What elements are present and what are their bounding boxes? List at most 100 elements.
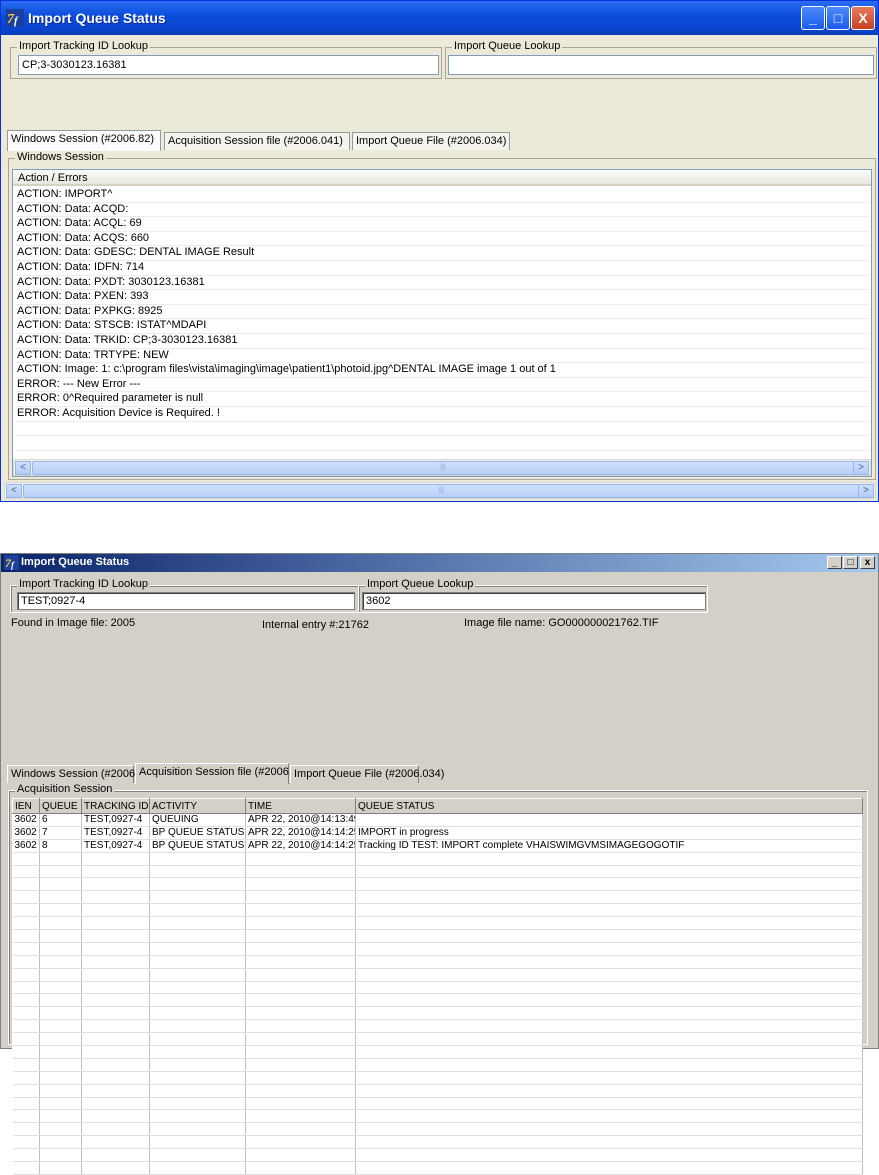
cell-queue [39, 955, 82, 969]
cell-queue-status [355, 916, 863, 931]
cell-queue-status [355, 1109, 863, 1124]
table-row[interactable]: 3602 7 TEST,0927-4 BP QUEUE STATUS APR 22, 2… [12, 826, 863, 840]
cell-queue [39, 865, 82, 879]
acquisition-session-table[interactable]: IEN QUEUE TRACKING ID ACTIVITY TIME QUEU… [12, 798, 863, 1175]
list-item[interactable]: ACTION: Image: 1: c:\program files\vista… [15, 362, 869, 378]
cell-activity [149, 929, 246, 943]
cell-queue-status [355, 1135, 863, 1150]
cell-queue [39, 993, 82, 1008]
table-row-empty [12, 1019, 863, 1034]
cell-queue-status [355, 955, 863, 969]
list-item[interactable]: ACTION: Data: TRKID: CP;3-3030123.16381 [15, 333, 869, 349]
table-row-empty [12, 1097, 863, 1111]
list-item[interactable]: ACTION: Data: ACQL: 69 [15, 216, 869, 232]
cell-time [245, 942, 356, 956]
list-item[interactable]: ACTION: Data: PXDT: 3030123.16381 [15, 275, 869, 291]
cell-ien [12, 1122, 40, 1137]
action-errors-list[interactable]: Action / Errors ACTION: IMPORT^ ACTION: D… [12, 169, 872, 477]
window-scroll-thumb[interactable]: ||| [23, 484, 859, 498]
cell-time [245, 981, 356, 995]
maximize-button-2[interactable]: □ [843, 556, 858, 569]
column-header-queue[interactable]: QUEUE [39, 798, 82, 814]
cell-tracking-id [81, 955, 150, 969]
scroll-thumb[interactable]: ||| [32, 461, 854, 475]
list-item[interactable]: ERROR: 0^Required parameter is null [15, 391, 869, 407]
minimize-button[interactable]: _ [801, 6, 825, 30]
list-item[interactable]: ERROR: Acquisition Device is Required. ! [15, 406, 869, 422]
scroll-right-icon[interactable]: > [853, 461, 869, 475]
list-horizontal-scrollbar[interactable]: < ||| > [13, 459, 871, 476]
cell-activity [149, 1045, 246, 1059]
column-header-ien[interactable]: IEN [12, 798, 40, 814]
list-item[interactable]: ACTION: Data: GDESC: DENTAL IMAGE Result [15, 245, 869, 261]
cell-activity [149, 1019, 246, 1034]
scroll-grip-icon: ||| [440, 464, 446, 471]
list-item[interactable]: ACTION: Data: ACQS: 660 [15, 231, 869, 247]
tracking-id-input[interactable]: CP;3-3030123.16381 [18, 55, 439, 75]
window-scroll-left-icon[interactable]: < [6, 484, 22, 498]
cell-queue [39, 981, 82, 995]
table-row[interactable]: 3602 6 TEST,0927-4 QUEUING APR 22, 2010@14:1… [12, 813, 863, 827]
title-bar[interactable]: 7 f Import Queue Status _ □ X [1, 1, 878, 35]
tracking-id-input-2[interactable]: TEST;0927-4 [17, 592, 355, 610]
cell-queue [39, 1097, 82, 1111]
cell-time [245, 1032, 356, 1047]
column-header-tracking-id[interactable]: TRACKING ID [81, 798, 150, 814]
tab-import-queue-file-2[interactable]: Import Queue File (#2006.034) [290, 765, 444, 783]
window-title: Import Queue Status [28, 10, 166, 26]
column-header-activity[interactable]: ACTIVITY [149, 798, 246, 814]
close-button-2[interactable]: x [860, 556, 875, 569]
list-item[interactable]: ACTION: Data: STSCB: ISTAT^MDAPI [15, 318, 869, 334]
list-item[interactable]: ACTION: Data: PXEN: 393 [15, 289, 869, 305]
minimize-button-2[interactable]: _ [827, 556, 842, 569]
scroll-left-icon[interactable]: < [15, 461, 31, 475]
list-item[interactable]: ACTION: Data: IDFN: 714 [15, 260, 869, 276]
list-item[interactable]: ACTION: IMPORT^ [15, 187, 869, 203]
table-row-empty [12, 942, 863, 956]
cell-tracking-id [81, 981, 150, 995]
queue-lookup-input-2[interactable]: 3602 [362, 592, 706, 610]
window-scroll-grip-icon: ||| [438, 487, 444, 494]
cell-queue [39, 942, 82, 956]
column-header-action-errors[interactable]: Action / Errors [13, 170, 871, 186]
close-button[interactable]: X [851, 6, 875, 30]
cell-activity [149, 955, 246, 969]
image-file-name: Image file name: GO000000021762.TIF [464, 617, 659, 629]
tab-import-queue-file[interactable]: Import Queue File (#2006.034) [352, 132, 510, 150]
list-item[interactable]: ACTION: Data: PXPKG: 8925 [15, 304, 869, 320]
cell-time [245, 852, 356, 866]
maximize-button[interactable]: □ [826, 6, 850, 30]
cell-queue-status [355, 890, 863, 905]
cell-queue [39, 1071, 82, 1085]
cell-queue [39, 903, 82, 918]
table-row-empty [12, 1148, 863, 1163]
table-row-empty [12, 1071, 863, 1085]
tab-windows-session-2[interactable]: Windows Session (#2006.82) [7, 765, 154, 783]
column-header-time[interactable]: TIME [245, 798, 356, 814]
queue-lookup-input[interactable] [448, 55, 874, 75]
title-bar-2[interactable]: 7 f Import Queue Status _ □ x [1, 554, 878, 572]
column-header-queue-status[interactable]: QUEUE STATUS [355, 798, 863, 814]
window-horizontal-scrollbar[interactable]: < ||| > [4, 482, 876, 499]
cell-time [245, 916, 356, 931]
cell-tracking-id [81, 1071, 150, 1085]
window-scroll-right-icon[interactable]: > [858, 484, 874, 498]
cell-queue-status: IMPORT in progress [355, 826, 863, 840]
table-row-empty [12, 1161, 863, 1175]
cell-tracking-id [81, 993, 150, 1008]
list-item[interactable]: ACTION: Data: ACQD: [15, 202, 869, 218]
table-row-empty [12, 903, 863, 918]
cell-activity [149, 903, 246, 918]
cell-queue [39, 1019, 82, 1034]
tab-windows-session[interactable]: Windows Session (#2006.82) [7, 130, 161, 151]
list-item[interactable]: ERROR: --- New Error --- [15, 377, 869, 393]
cell-time [245, 1084, 356, 1098]
table-row[interactable]: 3602 8 TEST,0927-4 BP QUEUE STATUS APR 22, 2… [12, 839, 863, 853]
cell-time [245, 1109, 356, 1124]
tab-acquisition-session-2[interactable]: Acquisition Session file (#2006.041) [135, 763, 314, 784]
list-item[interactable]: ACTION: Data: TRTYPE: NEW [15, 348, 869, 364]
cell-ien: 3602 [12, 826, 40, 840]
cell-ien [12, 942, 40, 956]
table-row-empty [12, 1122, 863, 1137]
tab-acquisition-session[interactable]: Acquisition Session file (#2006.041) [164, 132, 350, 150]
